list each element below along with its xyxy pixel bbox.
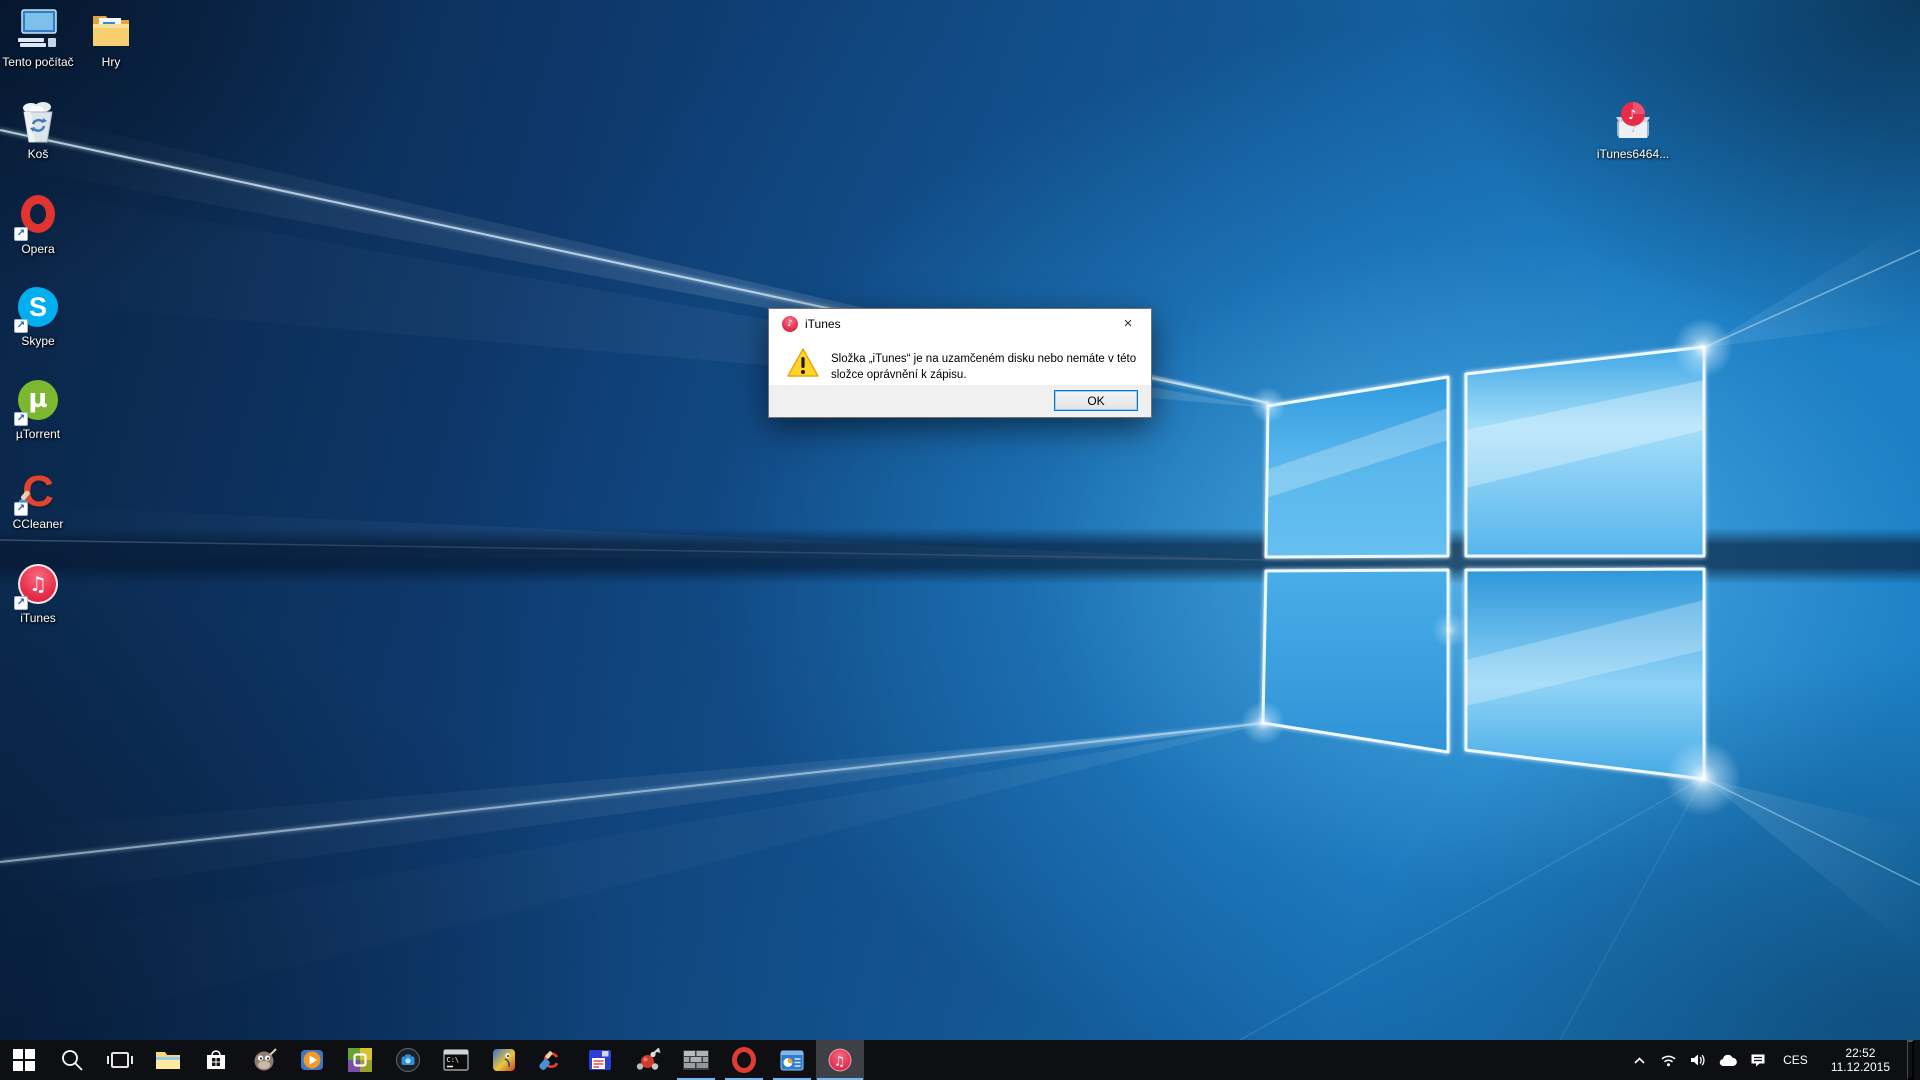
total-commander-button[interactable] bbox=[576, 1040, 624, 1080]
dialog-footer: OK bbox=[769, 385, 1151, 417]
itunes-message-dialog: ♪ iTunes × Složka „iTunes“ je na uzamčen… bbox=[768, 308, 1152, 418]
opera-icon bbox=[731, 1047, 757, 1073]
clock[interactable]: 22:52 11.12.2015 bbox=[1823, 1046, 1898, 1074]
clock-time: 22:52 bbox=[1845, 1046, 1875, 1060]
itunes-dialog-icon: ♪ bbox=[782, 316, 798, 332]
utorrent-icon: µ ↗ bbox=[16, 380, 60, 424]
close-button[interactable]: × bbox=[1105, 309, 1151, 339]
camera-app-icon bbox=[395, 1047, 421, 1073]
screen-capture-button[interactable] bbox=[336, 1040, 384, 1080]
desktop-icon-itunes-installer[interactable]: ♪ ♪ iTunes6464... bbox=[1591, 100, 1675, 161]
desktop-icon-label: µTorrent bbox=[0, 427, 80, 441]
recycle-bin-icon bbox=[16, 100, 60, 144]
ccleaner-icon: C bbox=[539, 1047, 565, 1073]
itunes-taskbar-button[interactable]: ♫ bbox=[816, 1040, 864, 1080]
opera-taskbar-button[interactable] bbox=[720, 1040, 768, 1080]
itunes-installer-icon: ♪ ♪ bbox=[1611, 100, 1655, 144]
brick-wall-icon bbox=[683, 1049, 709, 1071]
itunes-icon: ♫ ↗ bbox=[16, 564, 60, 608]
desktop-icon-ccleaner[interactable]: C ↗ CCleaner bbox=[0, 470, 80, 531]
windows-store-icon bbox=[203, 1047, 229, 1073]
shortcut-arrow-badge: ↗ bbox=[14, 502, 28, 516]
folder-icon bbox=[89, 8, 133, 52]
task-view-button[interactable] bbox=[96, 1040, 144, 1080]
system-info-icon bbox=[779, 1047, 805, 1073]
desktop-icon-label: Tento počítač bbox=[0, 55, 80, 69]
show-desktop-button[interactable] bbox=[1907, 1040, 1914, 1080]
svg-text:♪: ♪ bbox=[1631, 125, 1637, 135]
taskbar-empty-area bbox=[864, 1040, 1626, 1080]
opera-icon: ↗ bbox=[16, 195, 60, 239]
ccleaner-taskbar-button[interactable]: C bbox=[528, 1040, 576, 1080]
media-player-icon bbox=[299, 1047, 325, 1073]
desktop-icon-opera[interactable]: ↗ Opera bbox=[0, 193, 80, 256]
desktop-icon-label: iTunes6464... bbox=[1591, 147, 1675, 161]
screen-capture-icon bbox=[347, 1047, 373, 1073]
task-view-icon bbox=[107, 1049, 133, 1071]
start-button[interactable] bbox=[0, 1040, 48, 1080]
dialog-title-bar[interactable]: ♪ iTunes × bbox=[769, 309, 1151, 339]
file-explorer-icon bbox=[155, 1048, 181, 1072]
dialog-title: iTunes bbox=[805, 309, 841, 339]
windows-logo-icon bbox=[13, 1049, 35, 1071]
irfanview-button[interactable] bbox=[480, 1040, 528, 1080]
shortcut-arrow-badge: ↗ bbox=[14, 319, 28, 333]
irfanview-parrot-icon bbox=[491, 1047, 517, 1073]
windows-desktop: { "desktop": { "icons": [ {"name": "this… bbox=[0, 0, 1920, 1080]
file-explorer-button[interactable] bbox=[144, 1040, 192, 1080]
desktop-icon-label: CCleaner bbox=[0, 517, 80, 531]
desktop-icon-label: Hry bbox=[69, 55, 153, 69]
desktop-icon-utorrent[interactable]: µ ↗ µTorrent bbox=[0, 378, 80, 441]
windows-store-button[interactable] bbox=[192, 1040, 240, 1080]
volume-icon[interactable] bbox=[1688, 1051, 1708, 1069]
command-prompt-icon: C:\ bbox=[443, 1047, 469, 1073]
svg-text:♫: ♫ bbox=[834, 1055, 846, 1070]
language-indicator[interactable]: CES bbox=[1777, 1053, 1814, 1067]
dialog-message: Složka „iTunes“ je na uzamčeném disku ne… bbox=[831, 351, 1139, 383]
desktop-icon-label: Koš bbox=[0, 147, 80, 161]
molecule-icon bbox=[635, 1047, 661, 1073]
desktop-icon-label: Opera bbox=[0, 242, 80, 256]
desktop-icon-label: Skype bbox=[0, 334, 80, 348]
shortcut-arrow-badge: ↗ bbox=[14, 227, 28, 241]
search-button[interactable] bbox=[48, 1040, 96, 1080]
desktop-icon-skype[interactable]: S ↗ Skype bbox=[0, 285, 80, 348]
gimp-button[interactable] bbox=[240, 1040, 288, 1080]
command-prompt-button[interactable]: C:\ bbox=[432, 1040, 480, 1080]
ccleaner-icon: C ↗ bbox=[16, 470, 60, 514]
camera-app-button[interactable] bbox=[384, 1040, 432, 1080]
search-icon bbox=[60, 1048, 84, 1072]
download-manager-button[interactable] bbox=[624, 1040, 672, 1080]
firewall-app-button[interactable] bbox=[672, 1040, 720, 1080]
system-info-app-button[interactable] bbox=[768, 1040, 816, 1080]
svg-text:C:\: C:\ bbox=[447, 1056, 460, 1064]
itunes-icon: ♫ bbox=[827, 1047, 853, 1073]
media-player-button[interactable] bbox=[288, 1040, 336, 1080]
warning-triangle-icon bbox=[787, 348, 819, 378]
desktop-icon-itunes[interactable]: ♫ ↗ iTunes bbox=[0, 562, 80, 625]
skype-icon: S ↗ bbox=[16, 287, 60, 331]
shortcut-arrow-badge: ↗ bbox=[14, 412, 28, 426]
shortcut-arrow-badge: ↗ bbox=[14, 596, 28, 610]
desktop-icon-this-pc[interactable]: Tento počítač bbox=[0, 8, 80, 69]
gimp-icon bbox=[251, 1047, 277, 1073]
dialog-body: Složka „iTunes“ je na uzamčeném disku ne… bbox=[769, 339, 1151, 387]
action-center-icon[interactable] bbox=[1748, 1051, 1768, 1069]
desktop-icon-label: iTunes bbox=[0, 611, 80, 625]
tray-chevron-up-icon[interactable] bbox=[1630, 1052, 1649, 1069]
svg-text:♪: ♪ bbox=[1628, 108, 1636, 123]
wifi-icon[interactable] bbox=[1658, 1051, 1679, 1069]
this-pc-icon bbox=[16, 8, 60, 52]
system-tray: CES 22:52 11.12.2015 bbox=[1626, 1040, 1920, 1080]
taskbar: C:\ C bbox=[0, 1040, 1920, 1080]
ok-button[interactable]: OK bbox=[1054, 390, 1138, 411]
clock-date: 11.12.2015 bbox=[1831, 1060, 1890, 1074]
onedrive-cloud-icon[interactable] bbox=[1717, 1052, 1739, 1069]
desktop-icon-games-folder[interactable]: Hry bbox=[69, 8, 153, 69]
floppy-disk-icon bbox=[587, 1047, 613, 1073]
desktop-icon-recycle-bin[interactable]: Koš bbox=[0, 100, 80, 161]
